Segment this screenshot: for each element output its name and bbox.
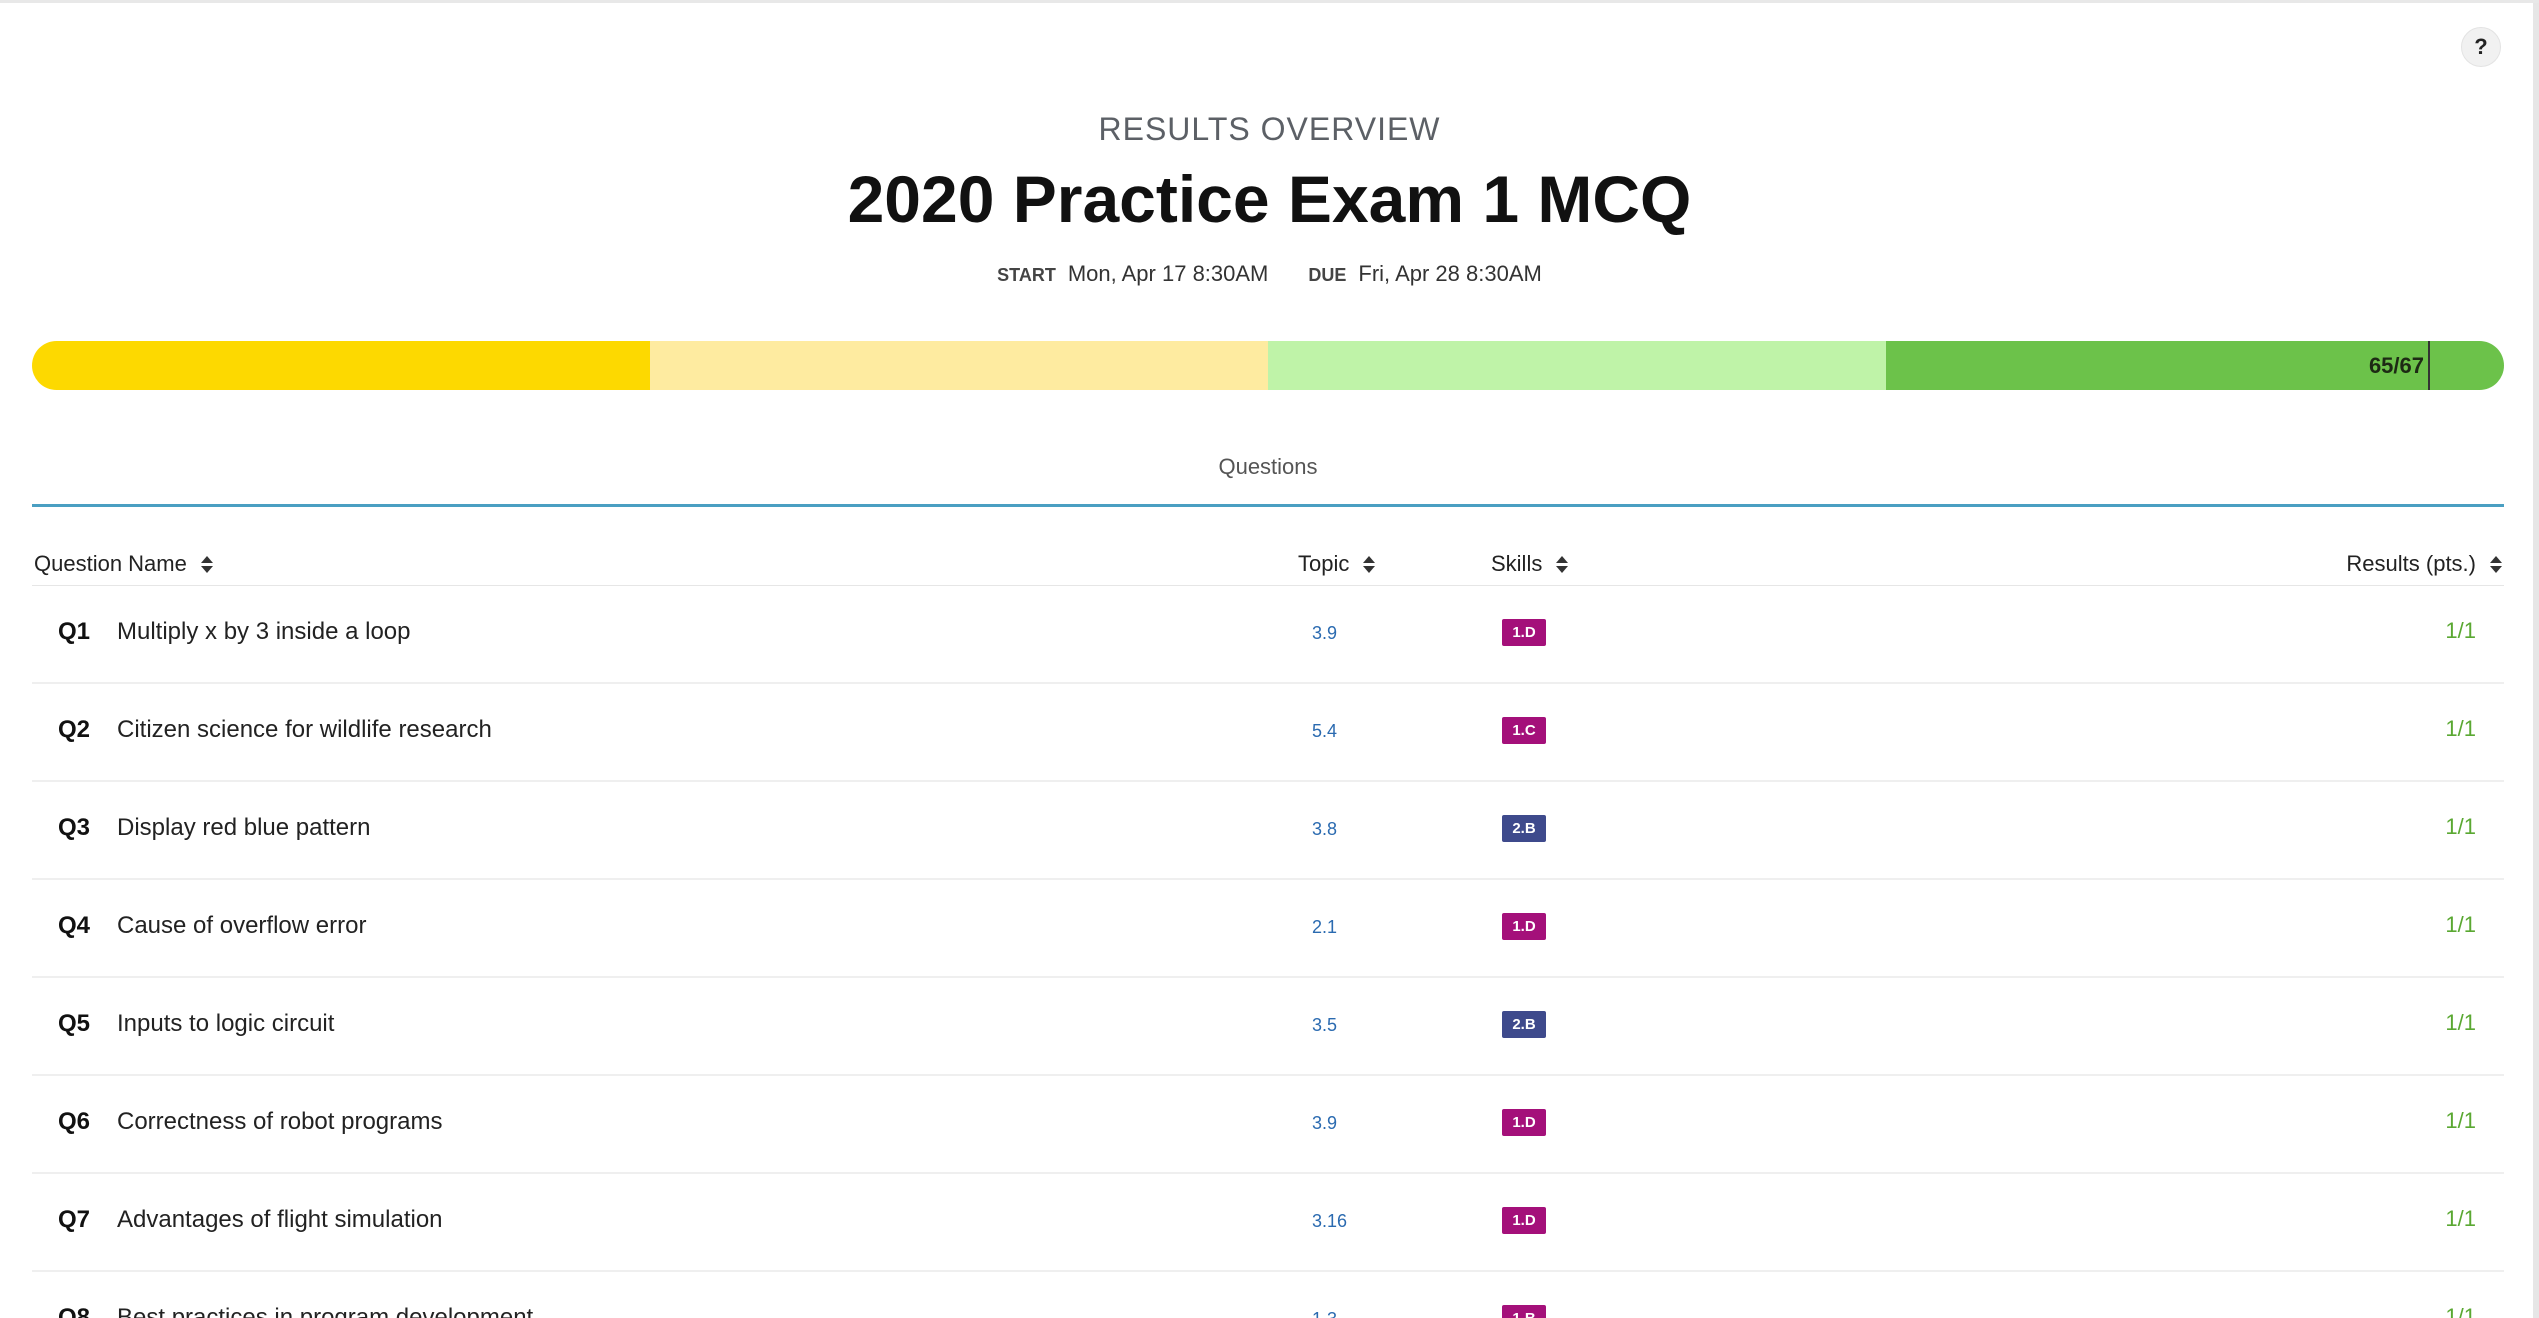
- result-points: 1/1: [2445, 1010, 2476, 1035]
- table-header: Question Name Topic Skills Results (pts.…: [32, 543, 2504, 586]
- question-number: Q8: [58, 1304, 91, 1318]
- result-points: 1/1: [2445, 1206, 2476, 1231]
- question-number: Q1: [58, 618, 91, 645]
- column-header-skills[interactable]: Skills: [1491, 551, 1569, 577]
- question-number: Q4: [58, 912, 91, 939]
- column-header-question-name[interactable]: Question Name: [34, 551, 213, 577]
- question-name-link[interactable]: Multiply x by 3 inside a loop: [117, 618, 410, 646]
- question-number: Q3: [58, 814, 91, 841]
- result-points: 1/1: [2445, 716, 2476, 741]
- result-points: 1/1: [2445, 1304, 2476, 1318]
- due-date: Fri, Apr 28 8:30AM: [1358, 261, 1542, 286]
- due-label: DUE: [1308, 265, 1347, 285]
- sort-icon: [1363, 555, 1376, 573]
- question-number: Q6: [58, 1108, 91, 1135]
- result-points: 1/1: [2445, 618, 2476, 643]
- skill-badge: 1.C: [1502, 717, 1546, 744]
- table-row[interactable]: Q5 Inputs to logic circuit 3.5 2.B 1/1: [32, 978, 2504, 1076]
- result-points: 1/1: [2445, 814, 2476, 839]
- question-number: Q7: [58, 1206, 91, 1233]
- topic-code: 1.3: [1312, 1309, 1337, 1318]
- sort-icon: [1556, 555, 1569, 573]
- topic-code: 3.9: [1312, 1113, 1338, 1133]
- sort-icon: [2490, 555, 2502, 573]
- progress-segment-2: [650, 341, 1268, 390]
- table-row[interactable]: Q3 Display red blue pattern 3.8 2.B 1/1: [32, 782, 2504, 880]
- topic-code: 3.16: [1312, 1211, 1348, 1231]
- score-marker: [2428, 341, 2430, 390]
- help-button[interactable]: ?: [2461, 27, 2501, 67]
- results-page: ? RESULTS OVERVIEW 2020 Practice Exam 1 …: [0, 0, 2539, 1318]
- skill-badge: 1.D: [1502, 619, 1546, 646]
- topic-code: 5.4: [1312, 721, 1338, 741]
- skill-badge: 1.B: [1502, 1305, 1546, 1318]
- sort-icon: [200, 555, 213, 573]
- result-points: 1/1: [2445, 1108, 2476, 1133]
- tab-bar: Questions: [32, 448, 2504, 507]
- table-row[interactable]: Q8 Best practices in program development…: [32, 1272, 2504, 1318]
- score-progress-bar: 65/67: [32, 341, 2504, 390]
- question-number: Q5: [58, 1010, 91, 1037]
- table-row[interactable]: Q2 Citizen science for wildlife research…: [32, 684, 2504, 782]
- skill-badge: 2.B: [1502, 1011, 1546, 1038]
- skill-badge: 1.D: [1502, 913, 1546, 940]
- skill-badge: 1.D: [1502, 1109, 1546, 1136]
- progress-segment-1: [32, 341, 650, 390]
- table-row[interactable]: Q1 Multiply x by 3 inside a loop 3.9 1.D…: [32, 586, 2504, 684]
- date-info: START Mon, Apr 17 8:30AM DUE Fri, Apr 28…: [0, 261, 2539, 287]
- question-name-link[interactable]: Citizen science for wildlife research: [117, 716, 492, 744]
- question-name-link[interactable]: Display red blue pattern: [117, 814, 370, 842]
- skill-badge: 2.B: [1502, 815, 1546, 842]
- start-date: Mon, Apr 17 8:30AM: [1067, 261, 1269, 286]
- score-label: 65/67: [2368, 353, 2424, 378]
- topic-code: 3.8: [1312, 819, 1338, 839]
- topic-code: 3.9: [1312, 623, 1338, 643]
- tab-questions[interactable]: Questions: [1218, 448, 1317, 486]
- question-name-link[interactable]: Correctness of robot programs: [117, 1108, 442, 1136]
- column-header-results[interactable]: Results (pts.): [2346, 551, 2502, 577]
- column-header-topic[interactable]: Topic: [1298, 551, 1376, 577]
- question-name-link[interactable]: Inputs to logic circuit: [117, 1010, 334, 1038]
- question-mark-icon: ?: [2474, 34, 2488, 59]
- question-name-link[interactable]: Advantages of flight simulation: [117, 1206, 443, 1234]
- question-name-link[interactable]: Cause of overflow error: [117, 912, 366, 940]
- question-number: Q2: [58, 716, 91, 743]
- question-name-link[interactable]: Best practices in program development: [117, 1304, 533, 1318]
- start-label: START: [997, 265, 1056, 285]
- result-points: 1/1: [2445, 912, 2476, 937]
- skill-badge: 1.D: [1502, 1207, 1546, 1234]
- questions-table: Question Name Topic Skills Results (pts.…: [32, 543, 2504, 1318]
- table-row[interactable]: Q7 Advantages of flight simulation 3.16 …: [32, 1174, 2504, 1272]
- progress-segment-3: [1268, 341, 1886, 390]
- progress-segment-4: 65/67: [1886, 341, 2504, 390]
- page-overline: RESULTS OVERVIEW: [1098, 111, 1441, 147]
- topic-code: 2.1: [1312, 917, 1338, 937]
- page-title: 2020 Practice Exam 1 MCQ: [847, 162, 1692, 236]
- table-row[interactable]: Q6 Correctness of robot programs 3.9 1.D…: [32, 1076, 2504, 1174]
- topic-code: 3.5: [1312, 1015, 1338, 1035]
- table-row[interactable]: Q4 Cause of overflow error 2.1 1.D 1/1: [32, 880, 2504, 978]
